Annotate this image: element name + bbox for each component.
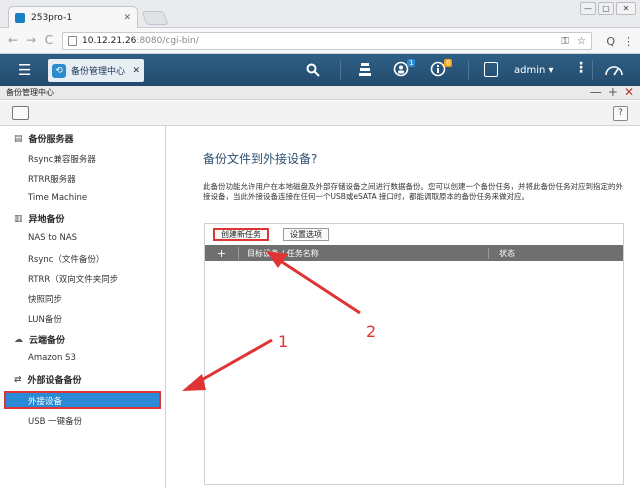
annotation-label-2: 2 [366,322,377,341]
annotation-label-1: 1 [278,332,289,351]
annotation-arrows [182,251,361,391]
annotation-arrow-2 [266,251,361,315]
annotation-arrow-1 [182,338,273,391]
